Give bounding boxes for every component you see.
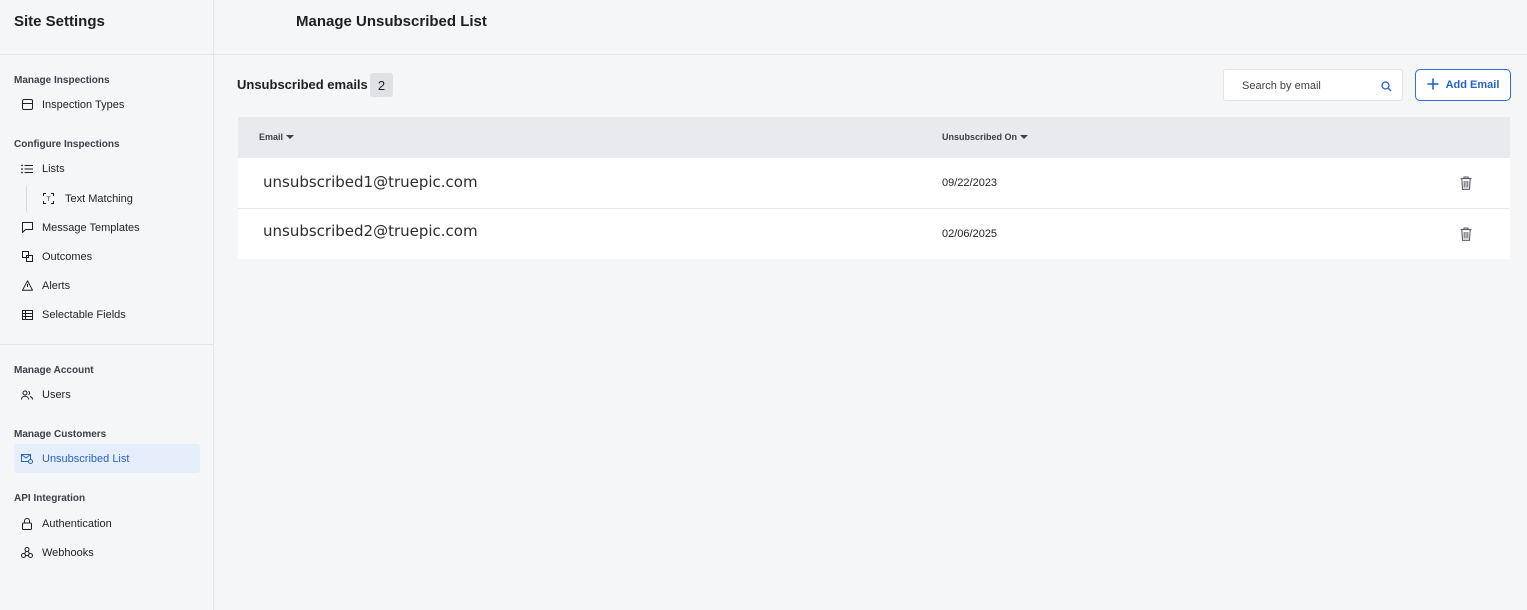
sidebar-item-label: Selectable Fields	[42, 308, 126, 321]
section-manage-customers: Manage Customers	[14, 429, 107, 440]
sidebar-item-selectable-fields[interactable]: Selectable Fields	[14, 300, 200, 329]
alert-icon	[20, 279, 34, 293]
sidebar-item-alerts[interactable]: Alerts	[14, 271, 200, 300]
sidebar-item-text-matching[interactable]: T Text Matching	[26, 184, 200, 213]
sidebar-item-unsubscribed-list[interactable]: Unsubscribed List	[14, 444, 200, 473]
sidebar-item-outcomes[interactable]: Outcomes	[14, 242, 200, 271]
search-input[interactable]	[1242, 77, 1377, 95]
section-api-integration: API Integration	[14, 493, 86, 504]
sort-caret-icon	[286, 135, 295, 139]
column-header-email[interactable]: Email	[259, 132, 295, 142]
sidebar-title: Site Settings	[0, 0, 213, 55]
sidebar-item-inspection-types[interactable]: Inspection Types	[14, 90, 200, 119]
trash-icon[interactable]	[1460, 176, 1474, 191]
outcomes-icon	[20, 250, 34, 264]
sidebar-item-label: Outcomes	[42, 250, 93, 263]
top-bar: Manage Unsubscribed List	[214, 0, 1527, 55]
table-row: unsubscribed1@truepic.com 09/22/2023	[238, 158, 1510, 209]
inspection-types-icon	[20, 98, 34, 112]
sidebar-item-label: Authentication	[42, 517, 112, 530]
count-badge: 2	[370, 73, 393, 97]
webhook-icon	[20, 546, 34, 560]
sidebar-item-label: Users	[42, 388, 71, 401]
table-header: Email Unsubscribed On	[238, 117, 1510, 158]
text-matching-icon: T	[41, 192, 55, 206]
date-cell: 02/06/2025	[942, 228, 998, 240]
add-email-button[interactable]: Add Email	[1415, 69, 1511, 101]
page-title: Manage Unsubscribed List	[296, 13, 487, 30]
lock-icon	[20, 517, 34, 531]
sidebar-item-label: Message Templates	[42, 221, 140, 234]
date-cell: 09/22/2023	[942, 177, 998, 189]
table-row: unsubscribed2@truepic.com 02/06/2025	[238, 209, 1510, 259]
section-configure-inspections: Configure Inspections	[14, 139, 120, 150]
sidebar-item-webhooks[interactable]: Webhooks	[14, 538, 200, 567]
add-email-label: Add Email	[1445, 79, 1500, 91]
list-icon	[20, 162, 34, 176]
sidebar-item-label: Lists	[42, 162, 65, 175]
email-cell: unsubscribed2@truepic.com	[263, 222, 478, 240]
sort-caret-icon	[1020, 135, 1029, 139]
sidebar-item-label: Webhooks	[42, 546, 94, 559]
email-cell: unsubscribed1@truepic.com	[263, 173, 478, 191]
plus-icon	[1427, 78, 1439, 93]
sidebar-item-label: Inspection Types	[42, 98, 125, 111]
sidebar-item-label: Unsubscribed List	[42, 452, 130, 465]
sidebar-item-lists[interactable]: Lists	[14, 154, 200, 183]
section-manage-inspections: Manage Inspections	[14, 75, 110, 86]
users-icon	[20, 388, 34, 402]
sidebar-divider	[0, 344, 213, 345]
unsubscribed-icon	[20, 452, 34, 466]
sidebar: Site Settings Manage Inspections Inspect…	[0, 0, 214, 610]
column-header-label: Unsubscribed On	[942, 132, 1018, 142]
svg-text:T: T	[45, 196, 50, 203]
column-header-label: Email	[259, 132, 284, 142]
search-box[interactable]	[1223, 69, 1403, 101]
sidebar-item-label: Alerts	[42, 279, 71, 292]
sidebar-item-users[interactable]: Users	[14, 380, 200, 409]
trash-icon[interactable]	[1460, 227, 1474, 242]
column-header-unsubscribed-on[interactable]: Unsubscribed On	[942, 132, 1029, 142]
unsubscribed-table: Email Unsubscribed On unsubscribed1@true…	[238, 117, 1510, 259]
sidebar-item-label: Text Matching	[65, 192, 133, 205]
section-manage-account: Manage Account	[14, 365, 94, 376]
search-icon[interactable]	[1381, 79, 1392, 97]
sidebar-item-authentication[interactable]: Authentication	[14, 509, 200, 538]
unsubscribed-count-title: Unsubscribed emails	[237, 77, 368, 92]
table-icon	[20, 308, 34, 322]
sidebar-item-message-templates[interactable]: Message Templates	[14, 213, 200, 242]
message-icon	[20, 221, 34, 235]
